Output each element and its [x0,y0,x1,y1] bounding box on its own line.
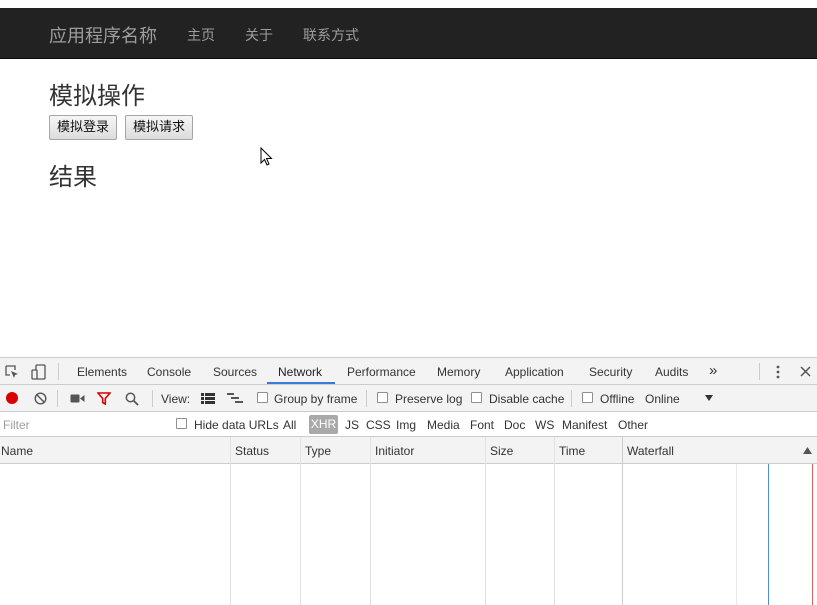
disable-cache-checkbox[interactable] [471,392,482,403]
view-label: View: [161,392,191,406]
nav-link-home[interactable]: 主页 [187,25,215,45]
tab-memory[interactable]: Memory [437,365,480,379]
filter-type-img[interactable]: Img [396,418,416,432]
device-toolbar-icon[interactable] [31,364,47,380]
column-time[interactable]: Time [559,444,585,458]
hide-data-urls-checkbox[interactable] [176,418,187,429]
throttle-select[interactable]: Online [645,392,680,406]
sort-ascending-icon[interactable] [803,447,812,454]
tab-elements[interactable]: Elements [77,365,127,379]
simulate-request-button[interactable]: 模拟请求 [125,115,194,140]
preserve-log-checkbox[interactable] [377,392,388,403]
inspect-element-icon[interactable] [5,365,19,379]
overview-icon[interactable] [227,393,243,404]
filter-type-xhr[interactable]: XHR [309,415,338,434]
network-table-header: Name Status Type Initiator Size Time Wat… [0,437,817,464]
tab-security[interactable]: Security [589,365,632,379]
column-waterfall[interactable]: Waterfall [627,444,674,458]
network-filter-bar: Filter Hide data URLs All XHR JS CSS Img… [0,412,817,437]
filter-type-all[interactable]: All [283,418,296,432]
group-by-frame-checkbox[interactable] [257,392,268,403]
dom-content-loaded-line [768,464,769,605]
capture-screenshots-icon[interactable] [70,393,85,404]
filter-type-css[interactable]: CSS [366,418,391,432]
active-tab-indicator [267,382,335,384]
filter-icon[interactable] [97,392,111,405]
disable-cache-label: Disable cache [489,392,565,406]
devtools-panel: Elements Console Sources Network Perform… [0,357,817,605]
record-icon[interactable] [6,392,18,404]
load-event-line [812,464,813,605]
filter-type-font[interactable]: Font [470,418,494,432]
offline-checkbox[interactable] [582,392,593,403]
large-rows-icon[interactable] [201,393,215,404]
nav-link-contact[interactable]: 联系方式 [303,25,359,45]
column-type[interactable]: Type [305,444,331,458]
brand-title[interactable]: 应用程序名称 [49,22,157,48]
tab-console[interactable]: Console [147,365,191,379]
column-name[interactable]: Name [1,444,33,458]
filter-type-manifest[interactable]: Manifest [562,418,607,432]
column-initiator[interactable]: Initiator [375,444,414,458]
heading-result: 结果 [49,163,97,191]
heading-simulate: 模拟操作 [49,82,145,110]
filter-type-other[interactable]: Other [618,418,648,432]
devtools-tab-bar: Elements Console Sources Network Perform… [0,358,817,385]
filter-type-doc[interactable]: Doc [504,418,525,432]
group-by-frame-label: Group by frame [274,392,358,406]
tab-performance[interactable]: Performance [347,365,416,379]
top-navbar: 应用程序名称 主页 关于 联系方式 [0,8,817,59]
tab-audits[interactable]: Audits [655,365,688,379]
nav-link-about[interactable]: 关于 [245,25,273,45]
offline-label: Offline [600,392,635,406]
filter-type-ws[interactable]: WS [535,418,554,432]
kebab-menu-icon[interactable] [774,365,782,379]
filter-input[interactable]: Filter [3,418,30,432]
preserve-log-label: Preserve log [395,392,463,406]
network-toolbar: View: Group by frame Preserve log Disabl… [0,385,817,412]
search-icon[interactable] [125,392,139,406]
chevron-down-icon[interactable] [705,395,713,401]
close-devtools-icon[interactable] [800,366,811,377]
simulate-login-button[interactable]: 模拟登录 [49,115,118,140]
tab-network[interactable]: Network [278,365,322,379]
tab-application[interactable]: Application [505,365,564,379]
network-request-table [0,464,817,605]
tab-sources[interactable]: Sources [213,365,257,379]
filter-type-js[interactable]: JS [345,418,359,432]
mouse-cursor-icon [260,147,273,166]
column-status[interactable]: Status [235,444,269,458]
clear-icon[interactable] [34,392,47,405]
filter-type-media[interactable]: Media [427,418,460,432]
hide-data-urls-label: Hide data URLs [194,418,279,432]
column-size[interactable]: Size [490,444,513,458]
more-tabs-button[interactable]: » [709,362,717,379]
